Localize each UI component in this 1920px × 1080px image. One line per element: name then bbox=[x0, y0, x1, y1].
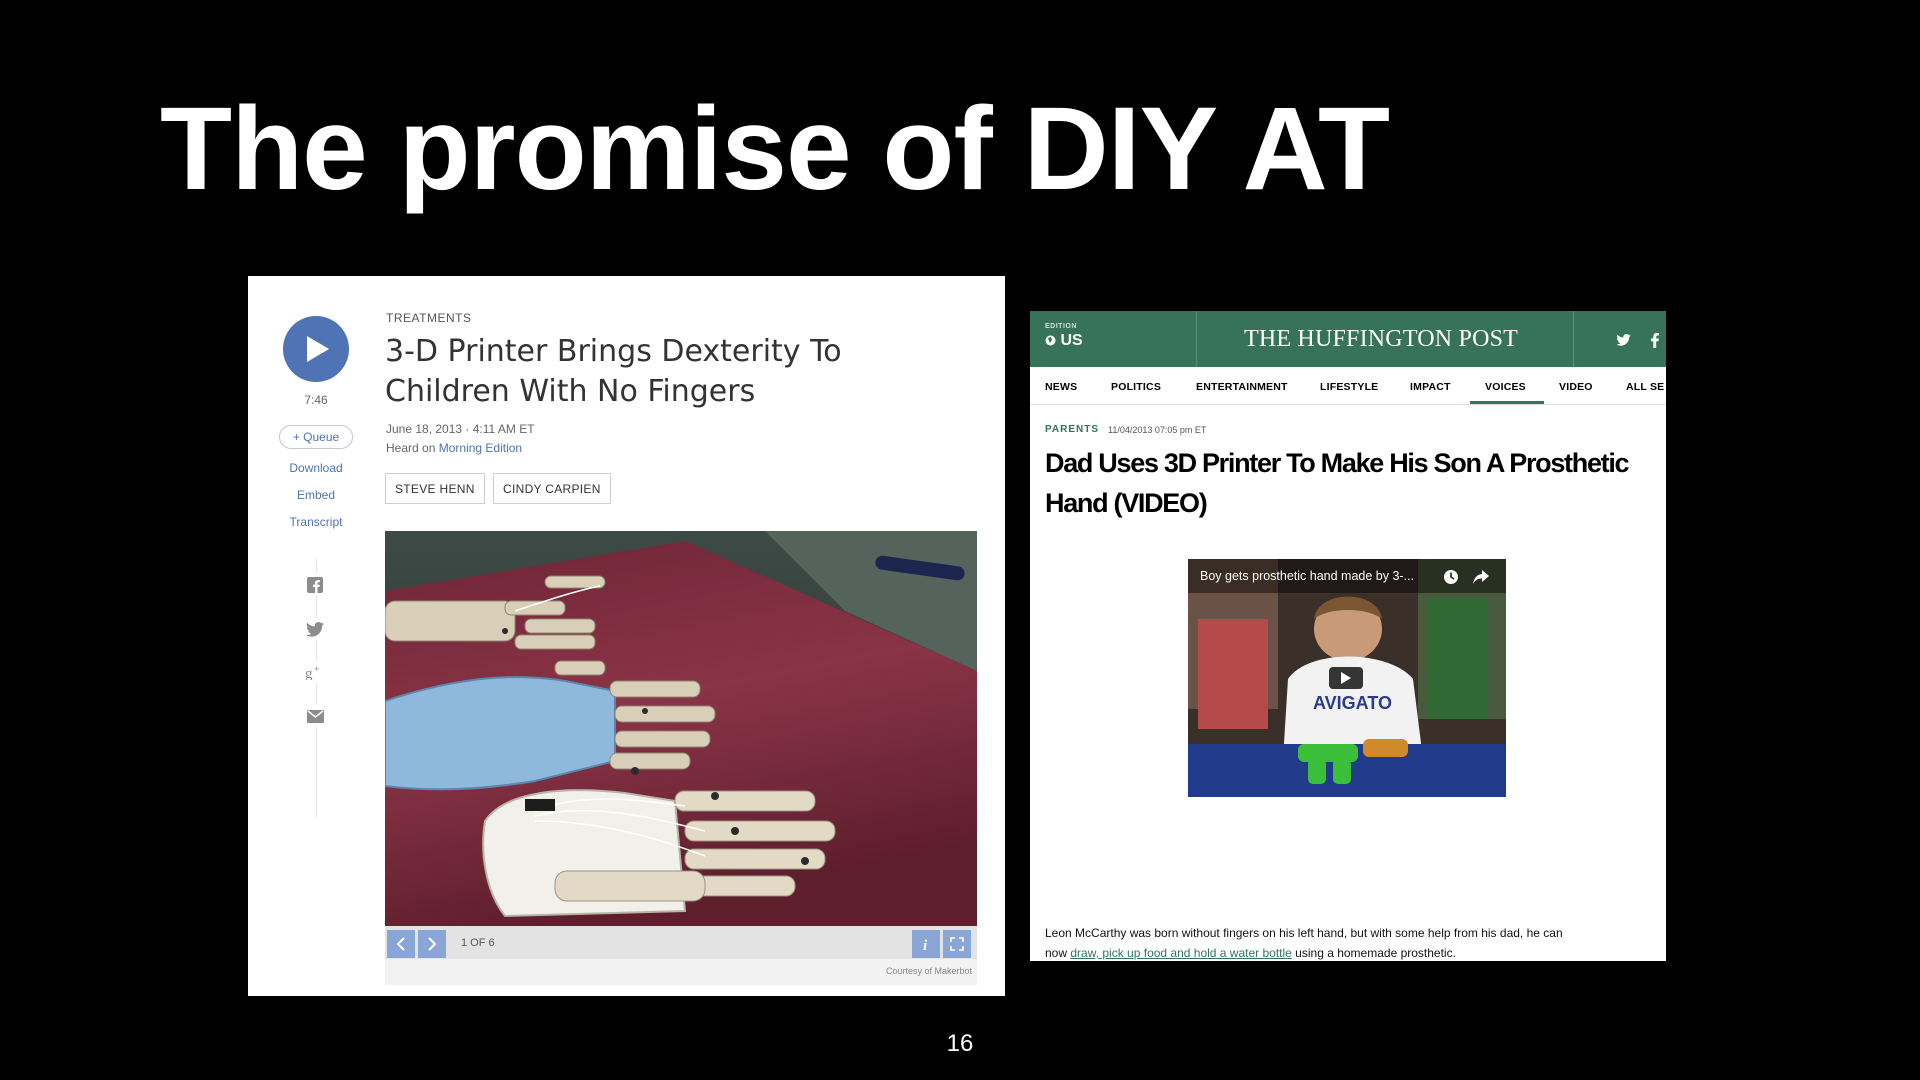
byline-cindy-carpien[interactable]: CINDY CARPIEN bbox=[493, 473, 611, 504]
svg-text:+: + bbox=[314, 664, 319, 674]
twitter-icon[interactable] bbox=[304, 618, 326, 640]
audio-duration: 7:46 bbox=[304, 393, 328, 407]
nav-lifestyle[interactable]: LIFESTYLE bbox=[1320, 381, 1378, 393]
body-line-1: Leon McCarthy was born without fingers o… bbox=[1045, 926, 1563, 940]
video-player[interactable]: AVIGATO Boy gets prosthetic hand made by… bbox=[1188, 559, 1506, 797]
play-icon bbox=[1341, 672, 1351, 684]
photo-counter: 1 OF 6 bbox=[461, 937, 495, 949]
next-photo-button[interactable] bbox=[418, 930, 446, 958]
prev-photo-button[interactable] bbox=[387, 930, 415, 958]
body-line-2-suffix: using a homemade prosthetic. bbox=[1291, 946, 1456, 960]
section-kicker[interactable]: PARENTS bbox=[1045, 424, 1099, 435]
npr-article-screenshot: 7:46 + Queue Download Embed Transcript g… bbox=[248, 276, 1005, 996]
email-icon[interactable] bbox=[304, 705, 326, 727]
article-body: Leon McCarthy was born without fingers o… bbox=[1045, 923, 1655, 961]
photo-credit-row: Courtesy of Makerbot bbox=[385, 959, 977, 985]
byline-steve-henn[interactable]: STEVE HENN bbox=[385, 473, 485, 504]
video-title[interactable]: Boy gets prosthetic hand made by 3-... bbox=[1200, 569, 1414, 583]
nav-all-sections[interactable]: ALL SE bbox=[1626, 381, 1664, 393]
photo-credit: Courtesy of Makerbot bbox=[885, 966, 972, 976]
huffpost-logo[interactable]: THE HUFFINGTON POST bbox=[1196, 326, 1566, 353]
edition-value-text: US bbox=[1060, 332, 1083, 349]
article-headline: 3-D Printer Brings Dexterity To Children… bbox=[385, 334, 842, 409]
share-divider bbox=[316, 558, 317, 818]
chevron-left-icon bbox=[396, 937, 405, 951]
body-link[interactable]: draw, pick up food and hold a water bott… bbox=[1070, 946, 1291, 960]
share-icon[interactable] bbox=[1472, 568, 1490, 586]
heard-on-label: Heard on bbox=[386, 441, 439, 455]
video-play-button[interactable] bbox=[1329, 667, 1363, 689]
nav-voices[interactable]: VOICES bbox=[1485, 381, 1526, 393]
section-nav: NEWS POLITICS ENTERTAINMENT LIFESTYLE IM… bbox=[1030, 367, 1666, 405]
google-plus-icon[interactable]: g + bbox=[304, 661, 326, 683]
nav-impact[interactable]: IMPACT bbox=[1410, 381, 1451, 393]
embed-link[interactable]: Embed bbox=[268, 488, 364, 502]
article-photo bbox=[385, 531, 977, 926]
slide-title: The promise of DIY AT bbox=[160, 83, 1390, 215]
article-date: 11/04/2013 07:05 pm ET bbox=[1108, 425, 1207, 435]
body-line-2-prefix: now bbox=[1045, 946, 1071, 960]
photo-info-button[interactable]: i bbox=[912, 930, 940, 958]
nav-politics[interactable]: POLITICS bbox=[1111, 381, 1161, 393]
svg-text:AVIGATO: AVIGATO bbox=[1313, 693, 1392, 713]
nav-video[interactable]: VIDEO bbox=[1559, 381, 1593, 393]
queue-button[interactable]: + Queue bbox=[279, 425, 353, 449]
heard-on: Heard on Morning Edition bbox=[386, 441, 522, 455]
transcript-link[interactable]: Transcript bbox=[268, 515, 364, 529]
svg-text:g: g bbox=[305, 666, 313, 680]
watch-later-icon[interactable] bbox=[1442, 568, 1460, 586]
fullscreen-icon bbox=[950, 937, 964, 951]
play-icon bbox=[307, 336, 329, 362]
photo-fullscreen-button[interactable] bbox=[943, 930, 971, 958]
download-link[interactable]: Download bbox=[268, 461, 364, 475]
nav-entertainment[interactable]: ENTERTAINMENT bbox=[1196, 381, 1288, 393]
play-button[interactable] bbox=[283, 316, 349, 382]
program-link[interactable]: Morning Edition bbox=[439, 441, 522, 455]
active-nav-indicator bbox=[1470, 401, 1544, 404]
nav-news[interactable]: NEWS bbox=[1045, 381, 1077, 393]
masthead: EDITION US THE HUFFINGTON POST bbox=[1030, 311, 1666, 367]
twitter-icon[interactable] bbox=[1612, 329, 1634, 351]
section-label[interactable]: TREATMENTS bbox=[386, 311, 471, 325]
edition-selector[interactable]: US bbox=[1045, 332, 1083, 350]
article-headline: Dad Uses 3D Printer To Make His Son A Pr… bbox=[1045, 448, 1630, 518]
mast-divider-right bbox=[1573, 311, 1574, 367]
chevron-right-icon bbox=[428, 937, 437, 951]
huffpost-article-screenshot: EDITION US THE HUFFINGTON POST NEWS POLI… bbox=[1030, 311, 1666, 961]
facebook-icon[interactable] bbox=[304, 574, 326, 596]
photo-toolbar: 1 OF 6 i bbox=[385, 926, 977, 959]
edition-label: EDITION bbox=[1045, 323, 1077, 330]
article-date: June 18, 2013 · 4:11 AM ET bbox=[386, 422, 535, 436]
globe-icon bbox=[1045, 335, 1056, 346]
svg-text:i: i bbox=[923, 938, 928, 952]
slide-page-number: 16 bbox=[946, 1030, 974, 1057]
info-icon: i bbox=[923, 938, 928, 952]
facebook-icon[interactable] bbox=[1644, 329, 1666, 351]
